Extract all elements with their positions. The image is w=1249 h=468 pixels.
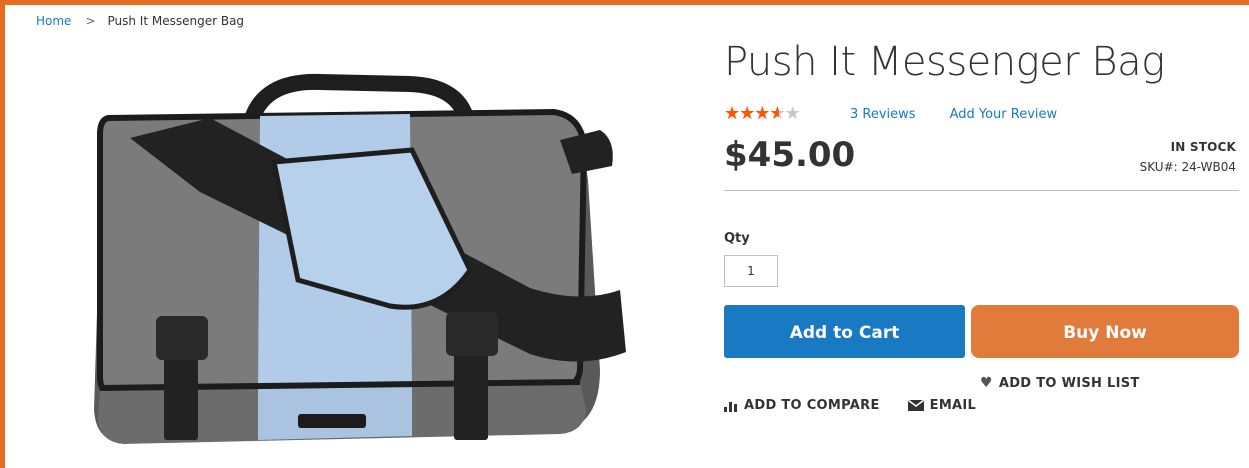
- envelope-icon: [907, 400, 924, 411]
- buy-now-button[interactable]: Buy Now: [971, 305, 1239, 358]
- wishlist-label: ADD TO WISH LIST: [998, 375, 1140, 391]
- stock-block: IN STOCK SKU#: 24-WB04: [1140, 140, 1236, 174]
- stock-status: IN STOCK: [1170, 140, 1236, 154]
- product-image[interactable]: [60, 70, 660, 460]
- secondary-actions: ADD TO COMPARE EMAIL: [724, 398, 976, 413]
- qty-input[interactable]: [724, 255, 778, 287]
- purchase-buttons: Add to Cart Buy Now: [724, 305, 1239, 358]
- rating-stars-filled: ★★★★★: [724, 105, 780, 123]
- bag-tag: [298, 414, 366, 428]
- rating-row: ★★★★★ ★★★★★ 3 Reviews Add Your Review: [724, 104, 1239, 124]
- buckle-right: [446, 312, 498, 356]
- add-to-compare-link[interactable]: ADD TO COMPARE: [724, 398, 880, 413]
- sku-label: SKU#:: [1139, 160, 1178, 174]
- email-label: EMAIL: [929, 398, 977, 413]
- breadcrumb-separator: >: [85, 14, 96, 28]
- add-to-cart-button[interactable]: Add to Cart: [724, 305, 966, 358]
- breadcrumb-home-link[interactable]: Home: [36, 14, 71, 28]
- bar-chart-icon: [724, 400, 738, 412]
- sku: SKU#: 24-WB04: [1140, 160, 1236, 174]
- email-link[interactable]: EMAIL: [907, 398, 977, 413]
- product-price: $45.00: [724, 135, 856, 175]
- sku-value: 24-WB04: [1181, 160, 1236, 174]
- breadcrumb: Home > Push It Messenger Bag: [36, 14, 244, 28]
- compare-label: ADD TO COMPARE: [744, 398, 880, 413]
- price-row: $45.00 IN STOCK SKU#: 24-WB04: [724, 132, 1239, 191]
- add-review-link[interactable]: Add Your Review: [950, 107, 1058, 122]
- product-title: Push It Messenger Bag: [724, 39, 1165, 85]
- breadcrumb-current: Push It Messenger Bag: [107, 14, 245, 28]
- buckle-left: [156, 316, 208, 360]
- bag-bottom-stripe: [258, 386, 412, 440]
- qty-label: Qty: [724, 231, 750, 246]
- rating-stars: ★★★★★ ★★★★★: [724, 105, 816, 123]
- messenger-bag-image: [94, 73, 626, 444]
- reviews-link[interactable]: 3 Reviews: [850, 107, 916, 122]
- heart-icon: ♥: [980, 375, 993, 391]
- product-info: Push It Messenger Bag ★★★★★ ★★★★★ 3 Revi…: [724, 39, 1239, 413]
- add-to-wishlist-link[interactable]: ♥ ADD TO WISH LIST: [980, 375, 1140, 391]
